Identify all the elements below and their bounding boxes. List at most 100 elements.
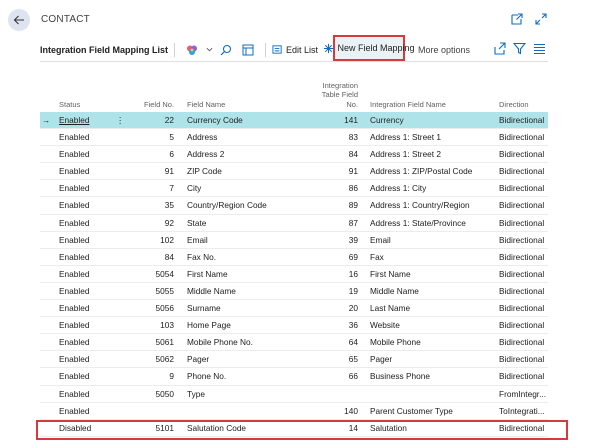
cell-field-name: State xyxy=(187,217,207,228)
cell-integration-table-field-no: 20 xyxy=(348,303,358,314)
column-header-field-name[interactable]: Field Name xyxy=(187,100,225,109)
table-row[interactable]: Enabled 5056 Surname 20 Last Name Bidirection… xyxy=(40,300,548,318)
cell-integration-table-field-no: 16 xyxy=(348,268,358,279)
analysis-mode-icon[interactable] xyxy=(241,43,255,57)
cell-status[interactable]: Enabled xyxy=(59,112,89,129)
cell-integration-table-field-no: 83 xyxy=(348,132,358,143)
search-icon[interactable] xyxy=(219,43,233,57)
toolbar-divider xyxy=(265,42,266,57)
cell-field-name: ZIP Code xyxy=(187,166,222,177)
chevron-down-icon[interactable] xyxy=(205,43,213,57)
cell-integration-field-name: Mobile Phone xyxy=(370,337,421,348)
cell-field-name: Surname xyxy=(187,303,221,314)
cell-status: Enabled xyxy=(59,183,90,194)
cell-direction: Bidirectional xyxy=(499,337,545,348)
new-field-mapping-button[interactable]: New Field Mapping xyxy=(324,35,415,61)
back-button[interactable] xyxy=(8,9,30,31)
cell-integration-table-field-no: 140 xyxy=(344,405,358,416)
back-arrow-icon xyxy=(13,15,24,25)
table-row[interactable]: Enabled 5062 Pager 65 Pager Bidirectional xyxy=(40,351,548,369)
column-header-direction[interactable]: Direction xyxy=(499,100,529,109)
expand-icon[interactable] xyxy=(534,12,548,26)
cell-status: Enabled xyxy=(59,405,90,416)
cell-direction: Bidirectional xyxy=(499,115,545,125)
field-mapping-table: Status Field No. Field Name Integration … xyxy=(40,81,548,437)
table-row[interactable]: Enabled 35 Country/Region Code 89 Address 1:… xyxy=(40,197,548,215)
cell-integration-table-field-no: 91 xyxy=(348,166,358,177)
table-row[interactable]: → Enabled ⋮ 22 Currency Code 141 Currency Bidir… xyxy=(40,112,548,130)
cell-field-name: Currency Code xyxy=(187,115,243,125)
cell-field-name: Phone No. xyxy=(187,371,227,382)
edit-list-button[interactable]: Edit List xyxy=(272,44,318,55)
cell-integration-table-field-no: 87 xyxy=(348,217,358,228)
table-row[interactable]: Enabled 103 Home Page 36 Website Bidirectiona… xyxy=(40,317,548,335)
filter-icon[interactable] xyxy=(513,42,526,55)
table-row[interactable]: Enabled 102 Email 39 Email Bidirectional xyxy=(40,232,548,249)
table-row[interactable]: Enabled 7 City 86 Address 1: City Bidirection… xyxy=(40,180,548,198)
cell-field-no: 103 xyxy=(160,320,174,331)
column-header-field-no[interactable]: Field No. xyxy=(144,100,174,109)
table-row[interactable]: Enabled 84 Fax No. 69 Fax Bidirectional xyxy=(40,249,548,266)
table-row[interactable]: Enabled 9 Phone No. 66 Business Phone Bidirec… xyxy=(40,368,548,386)
cell-status: Enabled xyxy=(59,217,90,228)
table-row[interactable]: Enabled 92 State 87 Address 1: State/Provinc… xyxy=(40,215,548,232)
toolbar-divider xyxy=(174,42,175,57)
cell-integration-field-name: Fax xyxy=(370,251,384,262)
more-options-button[interactable]: More options xyxy=(418,45,470,55)
cell-status: Enabled xyxy=(59,388,90,399)
page: CONTACT Integration Field Mapping List E… xyxy=(0,0,589,440)
cell-direction: Bidirectional xyxy=(499,166,545,177)
table-body: → Enabled ⋮ 22 Currency Code 141 Currency Bidir… xyxy=(40,112,548,437)
column-header-integration-table-field-no[interactable]: Integration Table Field No. xyxy=(316,81,358,110)
table-row[interactable]: Enabled 6 Address 2 84 Address 1: Street 2 Bi… xyxy=(40,146,548,164)
cell-integration-table-field-no: 86 xyxy=(348,183,358,194)
cell-field-no: 22 xyxy=(164,115,174,125)
table-row[interactable]: Enabled 91 ZIP Code 91 Address 1: ZIP/Postal… xyxy=(40,163,548,181)
cell-integration-field-name: Currency xyxy=(370,115,404,125)
table-row[interactable]: Enabled 5061 Mobile Phone No. 64 Mobile Phon… xyxy=(40,334,548,352)
cell-integration-field-name: Address 1: ZIP/Postal Code xyxy=(370,166,473,177)
cell-status: Enabled xyxy=(59,251,90,262)
cell-status: Enabled xyxy=(59,285,90,296)
cell-integration-table-field-no: 89 xyxy=(348,200,358,211)
table-header: Status Field No. Field Name Integration … xyxy=(40,81,548,112)
open-in-new-window-icon[interactable] xyxy=(510,12,524,26)
table-row[interactable]: Enabled 5054 First Name 16 First Name Bidirec… xyxy=(40,266,548,283)
cell-integration-table-field-no: 19 xyxy=(348,285,358,296)
row-actions-icon[interactable]: ⋮ xyxy=(116,112,124,129)
cell-field-no: 6 xyxy=(169,149,174,160)
cell-field-no: 7 xyxy=(169,183,174,194)
cell-integration-field-name: Middle Name xyxy=(370,285,419,296)
cell-field-name: Country/Region Code xyxy=(187,200,267,211)
cell-status: Enabled xyxy=(59,337,90,348)
cell-direction: Bidirectional xyxy=(499,354,545,365)
cell-field-no: 5050 xyxy=(155,388,174,399)
column-header-integration-field-name[interactable]: Integration Field Name xyxy=(370,100,446,109)
table-row[interactable]: Enabled 140 Parent Customer Type ToIntegrat… xyxy=(40,403,548,420)
page-caption: CONTACT xyxy=(41,14,90,25)
cell-field-name: Fax No. xyxy=(187,251,217,262)
cell-field-no: 5061 xyxy=(155,337,174,348)
table-row[interactable]: Enabled 5050 Type FromIntegr... xyxy=(40,386,548,403)
cell-status: Enabled xyxy=(59,371,90,382)
list-view-icon[interactable] xyxy=(533,42,546,55)
cell-integration-field-name: Address 1: City xyxy=(370,183,427,194)
cell-integration-table-field-no: 84 xyxy=(348,149,358,160)
cell-status: Enabled xyxy=(59,149,90,160)
cell-field-no: 5062 xyxy=(155,354,174,365)
cell-status: Enabled xyxy=(59,166,90,177)
column-header-status[interactable]: Status xyxy=(59,100,80,109)
share-icon[interactable] xyxy=(493,42,506,55)
cell-integration-field-name: Business Phone xyxy=(370,371,430,382)
cell-field-no: 91 xyxy=(164,166,174,177)
cell-status: Enabled xyxy=(59,320,90,331)
cell-integration-field-name: Address 1: Street 2 xyxy=(370,149,442,160)
cell-integration-table-field-no: 65 xyxy=(348,354,358,365)
cell-status: Enabled xyxy=(59,354,90,365)
cell-integration-table-field-no: 66 xyxy=(348,371,358,382)
copilot-icon[interactable] xyxy=(185,43,199,57)
cell-integration-table-field-no: 64 xyxy=(348,337,358,348)
table-row[interactable]: Enabled 5 Address 83 Address 1: Street 1 Bidi… xyxy=(40,129,548,147)
table-row[interactable]: Enabled 5055 Middle Name 19 Middle Name Bidir… xyxy=(40,283,548,301)
cell-direction: Bidirectional xyxy=(499,200,545,211)
